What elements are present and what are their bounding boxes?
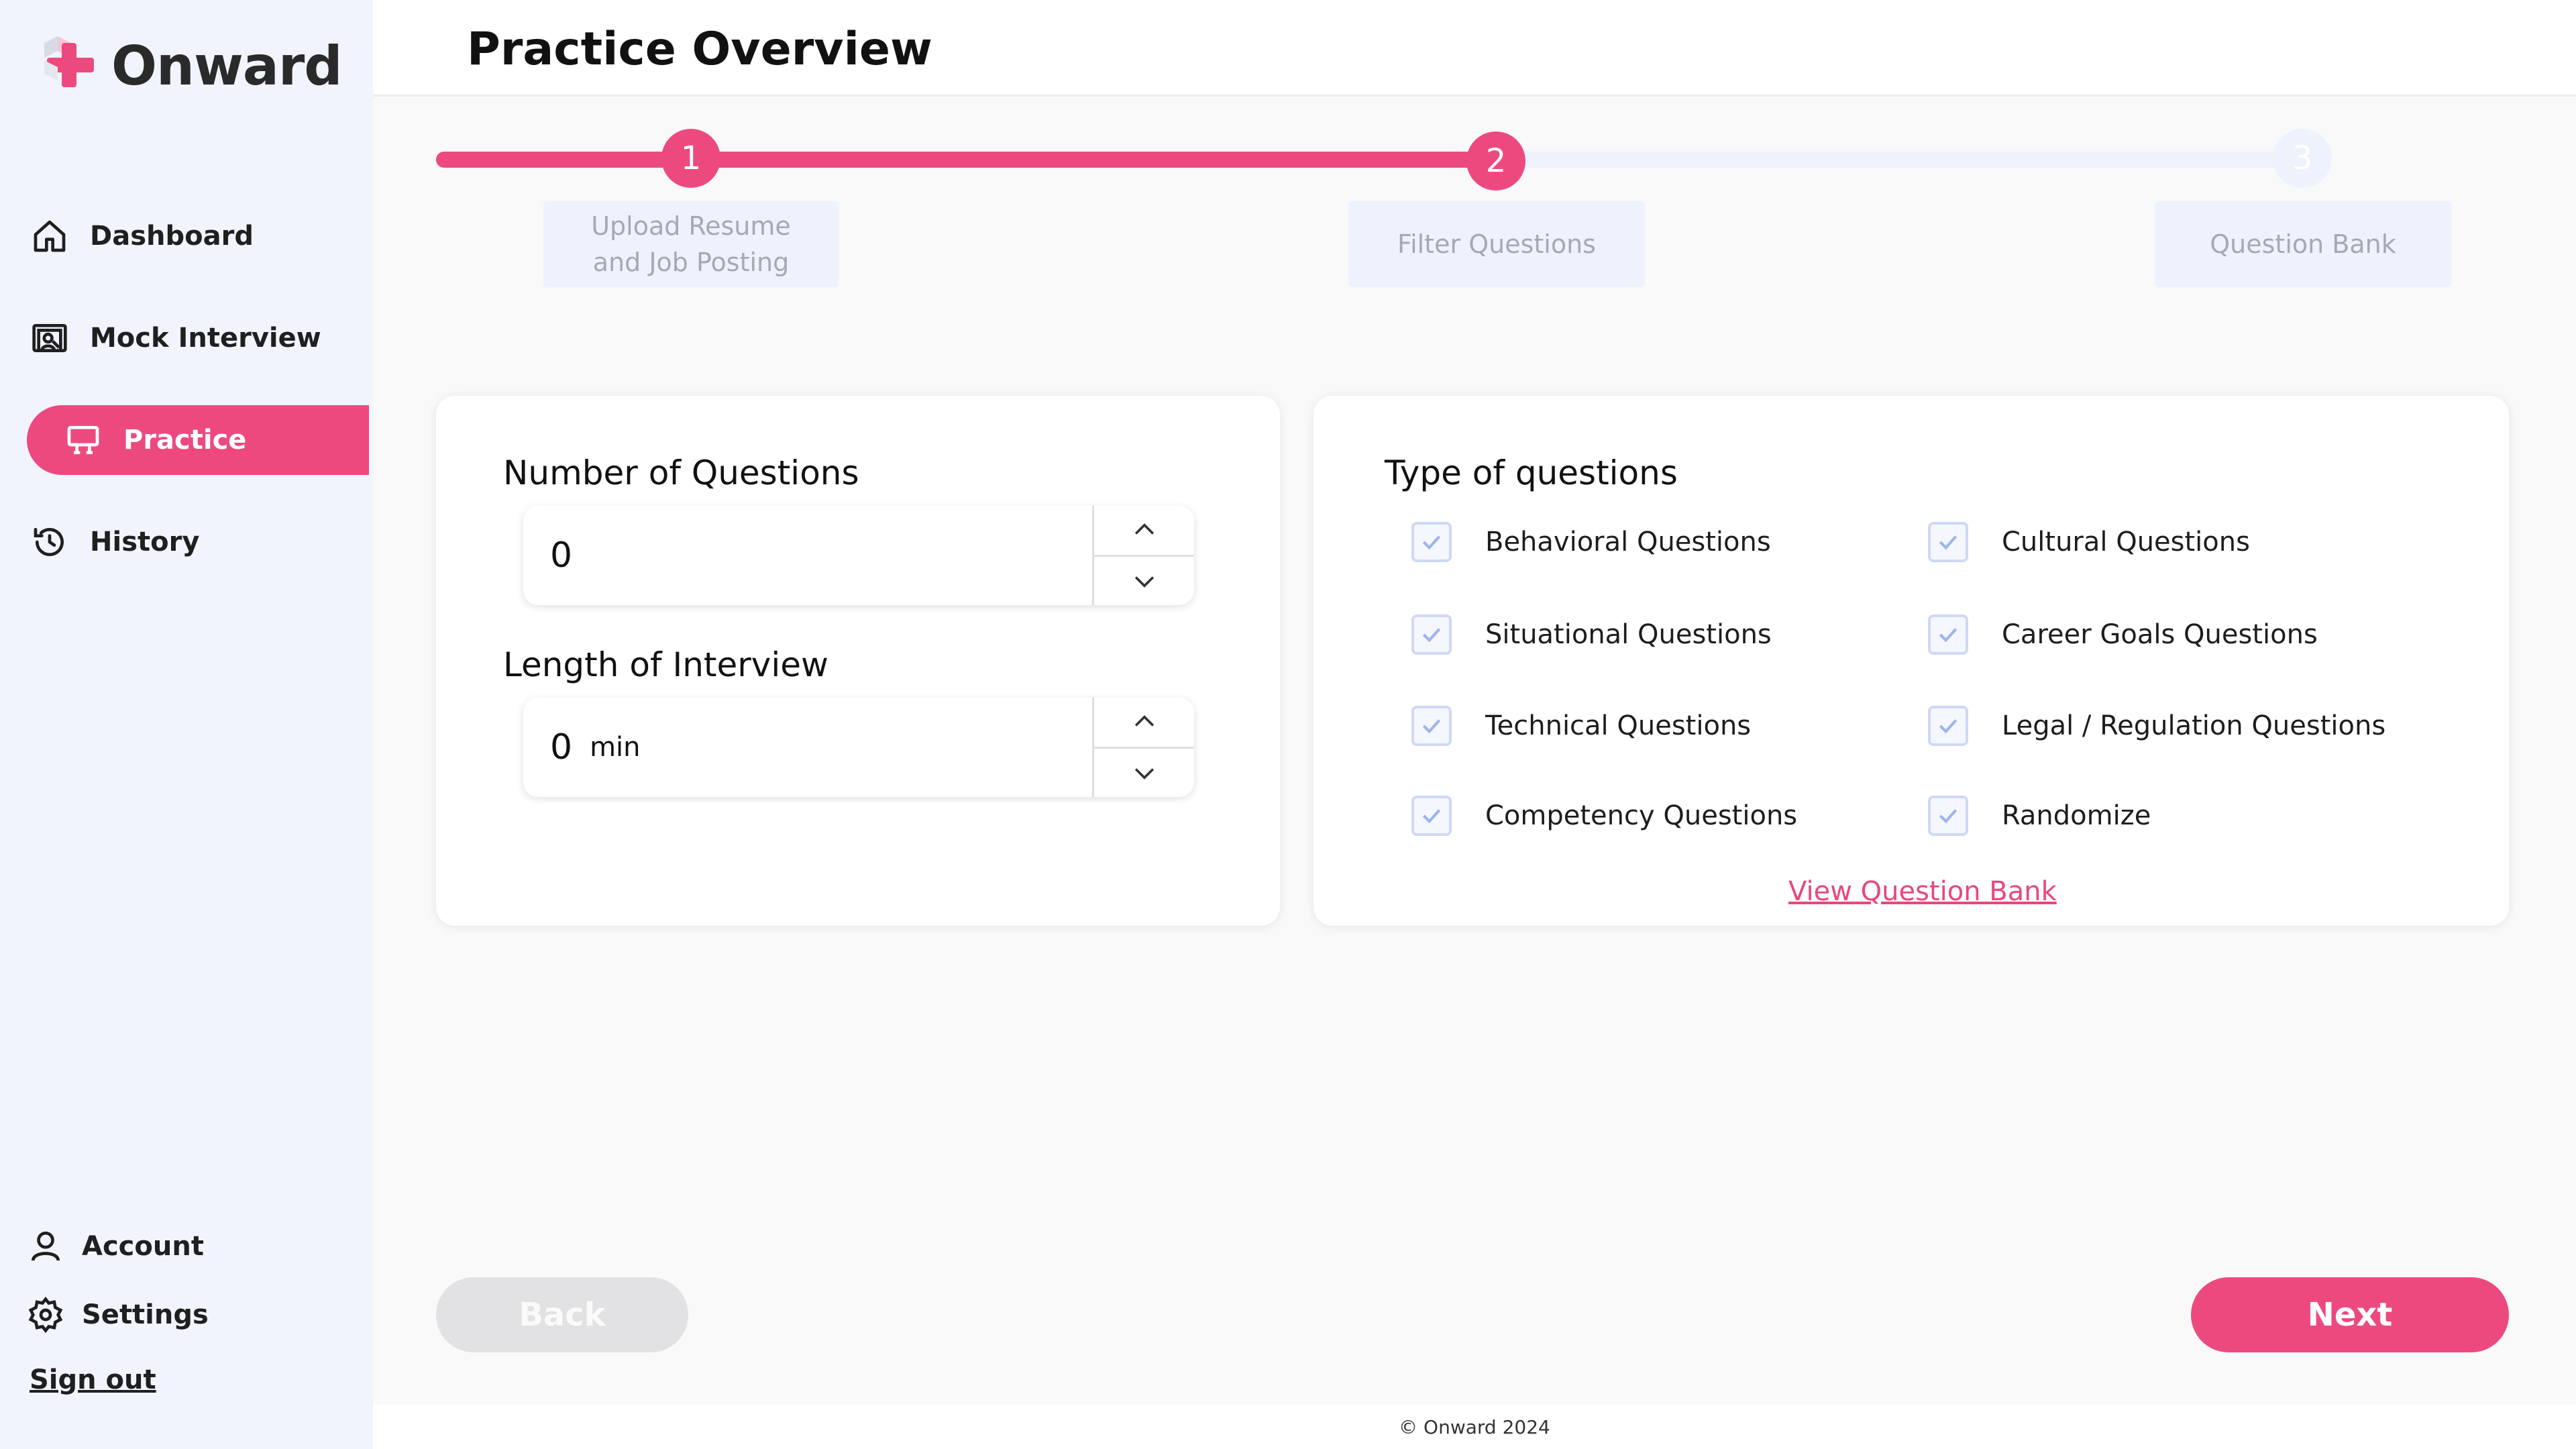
- logo-icon: [44, 36, 94, 87]
- checkbox-box[interactable]: [1928, 706, 1968, 746]
- sidebar-item-label: Mock Interview: [90, 323, 321, 354]
- sidebar-item-label: Dashboard: [90, 221, 254, 252]
- checkmark-icon: [1939, 628, 1957, 643]
- num-questions-decrement[interactable]: [1094, 554, 1194, 606]
- checkbox-box[interactable]: [1411, 614, 1452, 655]
- app-logo[interactable]: Onward: [39, 34, 343, 98]
- step-1-circle[interactable]: 1: [661, 129, 720, 188]
- checkbox-box[interactable]: [1411, 706, 1452, 746]
- checkmark-icon: [1939, 809, 1957, 824]
- length-input[interactable]: 0 min: [523, 698, 1092, 797]
- checkbox-label: Career Goals Questions: [2002, 619, 2318, 650]
- question-types-title: Type of questions: [1385, 453, 1678, 492]
- chevron-down-icon: [1134, 576, 1154, 588]
- step-1-label-line1: Upload Resume: [591, 211, 791, 241]
- num-questions-buttons: [1092, 506, 1194, 605]
- checkbox-label: Competency Questions: [1485, 800, 1798, 831]
- page-title: Practice Overview: [467, 23, 932, 76]
- checkbox-label: Legal / Regulation Questions: [2002, 710, 2386, 741]
- num-questions-value: 0: [550, 535, 573, 576]
- checkbox-label: Cultural Questions: [2002, 527, 2250, 557]
- checkmark-icon: [1422, 628, 1441, 643]
- sidebar-item-dashboard[interactable]: Dashboard: [27, 201, 369, 271]
- checkbox-legal-regulation[interactable]: Legal / Regulation Questions: [1928, 706, 2385, 746]
- length-decrement[interactable]: [1094, 746, 1194, 798]
- checkbox-situational[interactable]: Situational Questions: [1411, 614, 1772, 655]
- chevron-down-icon: [1134, 767, 1154, 780]
- step-2-circle[interactable]: 2: [1466, 131, 1525, 191]
- sign-out-link[interactable]: Sign out: [30, 1364, 156, 1395]
- sidebar-item-practice[interactable]: Practice: [27, 405, 369, 475]
- interview-settings-card: Number of Questions 0 Length of Intervie…: [436, 396, 1280, 926]
- length-buttons: [1092, 698, 1194, 797]
- sidebar-item-history[interactable]: History: [27, 507, 369, 577]
- question-types-card: Type of questions Behavioral Questions C…: [1313, 396, 2509, 926]
- num-questions-increment[interactable]: [1094, 506, 1194, 555]
- checkmark-icon: [1939, 719, 1957, 734]
- checkbox-technical[interactable]: Technical Questions: [1411, 706, 1751, 746]
- step-3-circle[interactable]: 3: [2273, 129, 2332, 188]
- checkbox-box[interactable]: [1928, 796, 1968, 836]
- step-3-label: Question Bank: [2155, 201, 2451, 287]
- next-button[interactable]: Next: [2191, 1277, 2509, 1352]
- view-question-bank-link[interactable]: View Question Bank: [1788, 876, 2057, 907]
- checkmark-icon: [1422, 719, 1441, 734]
- checkbox-behavioral[interactable]: Behavioral Questions: [1411, 522, 1771, 562]
- length-increment[interactable]: [1094, 698, 1194, 747]
- num-questions-label: Number of Questions: [503, 453, 859, 492]
- presentation-board-icon: [63, 420, 103, 460]
- step-1-label: Upload Resume and Job Posting: [543, 201, 839, 287]
- sidebar-item-label: Settings: [82, 1299, 209, 1330]
- checkbox-randomize[interactable]: Randomize: [1928, 796, 2151, 836]
- app-name: Onward: [111, 34, 343, 97]
- checkbox-label: Randomize: [2002, 800, 2151, 831]
- copyright-text: © Onward 2024: [1399, 1415, 1550, 1438]
- step-2-label: Filter Questions: [1348, 201, 1645, 287]
- num-questions-stepper: 0: [523, 506, 1194, 605]
- num-questions-input[interactable]: 0: [523, 506, 1092, 605]
- stepper-track-remaining: [1496, 152, 2328, 168]
- video-call-icon: [30, 318, 70, 358]
- checkbox-label: Behavioral Questions: [1485, 527, 1771, 557]
- user-icon: [32, 1231, 60, 1261]
- history-icon: [30, 522, 70, 562]
- checkmark-icon: [1422, 535, 1441, 550]
- checkbox-label: Situational Questions: [1485, 619, 1772, 650]
- sidebar-item-settings[interactable]: Settings: [27, 1296, 209, 1334]
- back-button[interactable]: Back: [436, 1277, 688, 1352]
- length-unit: min: [590, 732, 641, 763]
- checkbox-career-goals[interactable]: Career Goals Questions: [1928, 614, 2318, 655]
- checkmark-icon: [1939, 535, 1957, 550]
- sidebar-item-label: Account: [82, 1231, 204, 1262]
- length-label: Length of Interview: [503, 645, 828, 684]
- checkbox-box[interactable]: [1411, 796, 1452, 836]
- checkbox-box[interactable]: [1411, 522, 1452, 562]
- stepper-track-complete: [436, 152, 1496, 168]
- sidebar-item-mock-interview[interactable]: Mock Interview: [27, 303, 369, 373]
- sidebar-item-account[interactable]: Account: [27, 1228, 204, 1265]
- checkbox-label: Technical Questions: [1485, 710, 1752, 741]
- checkbox-box[interactable]: [1928, 522, 1968, 562]
- checkmark-icon: [1422, 809, 1441, 824]
- footer: © Onward 2024: [373, 1405, 2576, 1449]
- length-stepper: 0 min: [523, 698, 1194, 797]
- sidebar-item-label: History: [90, 527, 200, 557]
- page-header: Practice Overview: [373, 0, 2576, 97]
- chevron-up-icon: [1134, 715, 1154, 727]
- checkbox-box[interactable]: [1928, 614, 1968, 655]
- step-1-label-line2: and Job Posting: [592, 248, 790, 277]
- sidebar-item-label: Practice: [123, 425, 247, 455]
- gear-icon: [28, 1296, 63, 1334]
- checkbox-competency[interactable]: Competency Questions: [1411, 796, 1797, 836]
- chevron-up-icon: [1134, 523, 1154, 535]
- checkbox-cultural[interactable]: Cultural Questions: [1928, 522, 2250, 562]
- length-value: 0: [550, 727, 573, 767]
- home-icon: [30, 216, 70, 256]
- sidebar: Onward Dashboard Mock Interview Practice…: [0, 0, 373, 1449]
